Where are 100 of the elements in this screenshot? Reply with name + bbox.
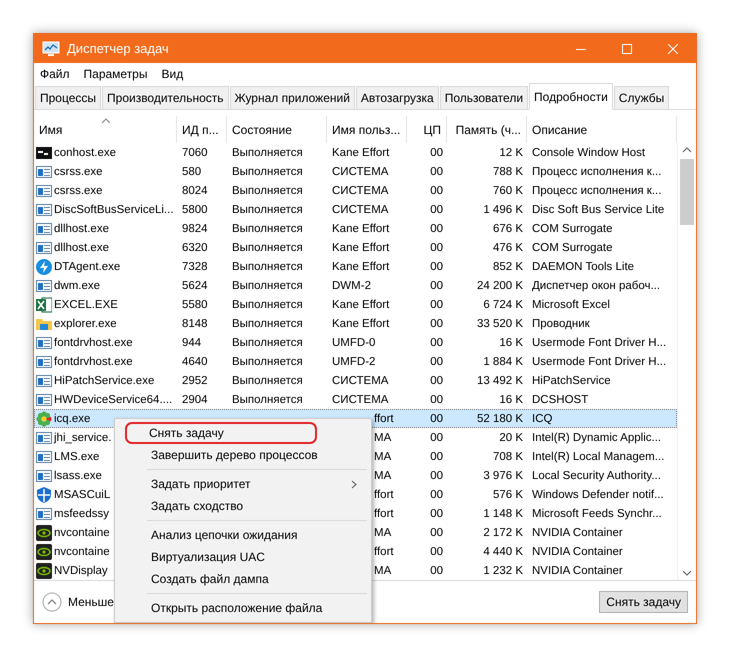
- tab[interactable]: Подробности: [529, 83, 613, 110]
- table-cell: UMFD-0: [332, 336, 376, 348]
- table-cell: СИСТЕМА: [332, 394, 388, 406]
- table-cell: Выполняется: [232, 222, 303, 234]
- table-cell: 13 492 K: [476, 374, 523, 386]
- table-cell: 944: [182, 336, 202, 348]
- spreadsheet-icon: [36, 296, 52, 312]
- process-name: nvcontaine: [54, 526, 110, 538]
- table-cell: 00: [430, 260, 443, 272]
- table-cell: 1 496 K: [483, 204, 523, 216]
- menu-option[interactable]: Задать сходство: [117, 495, 369, 517]
- menu-option[interactable]: Задать приоритет: [117, 473, 369, 495]
- table-cell: 576 K: [492, 488, 523, 500]
- table-cell: 5580: [182, 298, 208, 310]
- table-cell: 00: [430, 184, 443, 196]
- tab[interactable]: Службы: [614, 86, 670, 109]
- table-cell: 12 K: [499, 146, 523, 158]
- table-cell: 52 180 K: [476, 412, 523, 424]
- table-cell: 852 K: [492, 260, 523, 272]
- column-header[interactable]: Имя: [34, 116, 177, 143]
- tab[interactable]: Журнал приложений: [230, 86, 355, 109]
- process-name: NVDisplay: [54, 564, 108, 576]
- table-cell: СИСТЕМА: [332, 166, 388, 178]
- menu-option[interactable]: Виртуализация UAC: [117, 546, 369, 568]
- table-cell: 00: [430, 356, 443, 368]
- process-name: HWDeviceService64....: [54, 394, 172, 406]
- table-cell: 7060: [182, 146, 208, 158]
- table-cell: 5624: [182, 280, 208, 292]
- table-cell: Процесс исполнения к...: [532, 184, 662, 196]
- table-cell: DWM-2: [332, 280, 371, 292]
- process-name: LMS.exe: [54, 450, 100, 462]
- window-icon: [36, 278, 52, 294]
- table-cell: 2952: [182, 374, 208, 386]
- column-header[interactable]: ЦП: [407, 116, 447, 143]
- details-toggle-link[interactable]: Меньше: [68, 595, 114, 609]
- table-cell: 33 520 K: [476, 318, 523, 330]
- menu-option[interactable]: Завершить дерево процессов: [117, 444, 369, 466]
- close-icon: [668, 44, 678, 54]
- table-cell: Microsoft Feeds Synchr...: [532, 508, 662, 520]
- table-cell: СИСТЕМА: [332, 184, 388, 196]
- table-cell: 00: [430, 394, 443, 406]
- column-header[interactable]: Состояние: [227, 116, 327, 143]
- table-cell: 16 K: [499, 394, 523, 406]
- tab[interactable]: Автозагрузка: [356, 86, 439, 109]
- table-cell: 6320: [182, 242, 208, 254]
- eye-icon: [36, 562, 52, 578]
- table-cell: COM Surrogate: [532, 242, 613, 254]
- flower-icon: [36, 410, 52, 426]
- table-cell: 4 440 K: [483, 546, 523, 558]
- process-name: csrss.exe: [54, 184, 103, 196]
- tab[interactable]: Процессы: [35, 86, 102, 109]
- process-name: HiPatchService.exe: [54, 374, 154, 386]
- collapse-icon[interactable]: [42, 592, 62, 612]
- process-name: csrss.exe: [54, 166, 103, 178]
- table-cell: 20 K: [499, 432, 523, 444]
- table-cell: ffort: [374, 412, 394, 424]
- menu-option[interactable]: Открыть расположение файла: [117, 597, 369, 619]
- table-cell: Выполняется: [232, 260, 303, 272]
- column-header[interactable]: ИД п...: [177, 116, 227, 143]
- window-icon: [36, 392, 52, 408]
- table-cell: 760 K: [492, 184, 523, 196]
- menu-option[interactable]: Создать файл дампа: [117, 568, 369, 590]
- window-icon: [36, 468, 52, 484]
- menu-option[interactable]: Снять задачу: [125, 422, 317, 444]
- table-cell: NVIDIA Container: [532, 546, 623, 558]
- end-task-button[interactable]: Снять задачу: [599, 591, 688, 613]
- table-cell: МА: [374, 432, 392, 444]
- scrollbar-thumb[interactable]: [680, 159, 694, 225]
- table-cell: 00: [430, 318, 443, 330]
- table-cell: Выполняется: [232, 280, 303, 292]
- process-name: DiscSoftBusServiceLi...: [54, 204, 174, 216]
- column-header[interactable]: Память (ч...: [447, 116, 527, 143]
- menu-option[interactable]: Анализ цепочки ожидания: [117, 524, 369, 546]
- scroll-down-icon: [682, 570, 692, 576]
- table-cell: HiPatchService: [532, 374, 611, 386]
- process-name: jhi_service.: [54, 432, 112, 444]
- table-cell: 00: [430, 432, 443, 444]
- tab[interactable]: Пользователи: [440, 86, 528, 109]
- table-cell: Microsoft Excel: [532, 298, 610, 310]
- tab[interactable]: Производительность: [102, 86, 228, 109]
- window-title: Диспетчер задач: [67, 41, 170, 56]
- table-cell: 16 K: [499, 336, 523, 348]
- column-header[interactable]: Имя польз...: [327, 116, 407, 143]
- process-name: lsass.exe: [54, 470, 102, 482]
- process-name: fontdrvhost.exe: [54, 336, 133, 348]
- scrollbar[interactable]: [677, 143, 696, 580]
- menu-item[interactable]: Вид: [161, 66, 184, 80]
- table-cell: 00: [430, 526, 443, 538]
- menu-item[interactable]: Файл: [40, 66, 70, 80]
- menu-item[interactable]: Параметры: [84, 66, 148, 80]
- table-cell: 7328: [182, 260, 208, 272]
- column-header[interactable]: Описание: [527, 116, 677, 143]
- window-icon: [36, 334, 52, 350]
- table-cell: 00: [430, 470, 443, 482]
- table-cell: 00: [430, 146, 443, 158]
- table-cell: 708 K: [492, 450, 523, 462]
- process-name: dwm.exe: [54, 280, 100, 292]
- table-cell: DCSHOST: [532, 394, 588, 406]
- table-cell: ffort: [374, 546, 394, 558]
- table-cell: Windows Defender notif...: [532, 488, 664, 500]
